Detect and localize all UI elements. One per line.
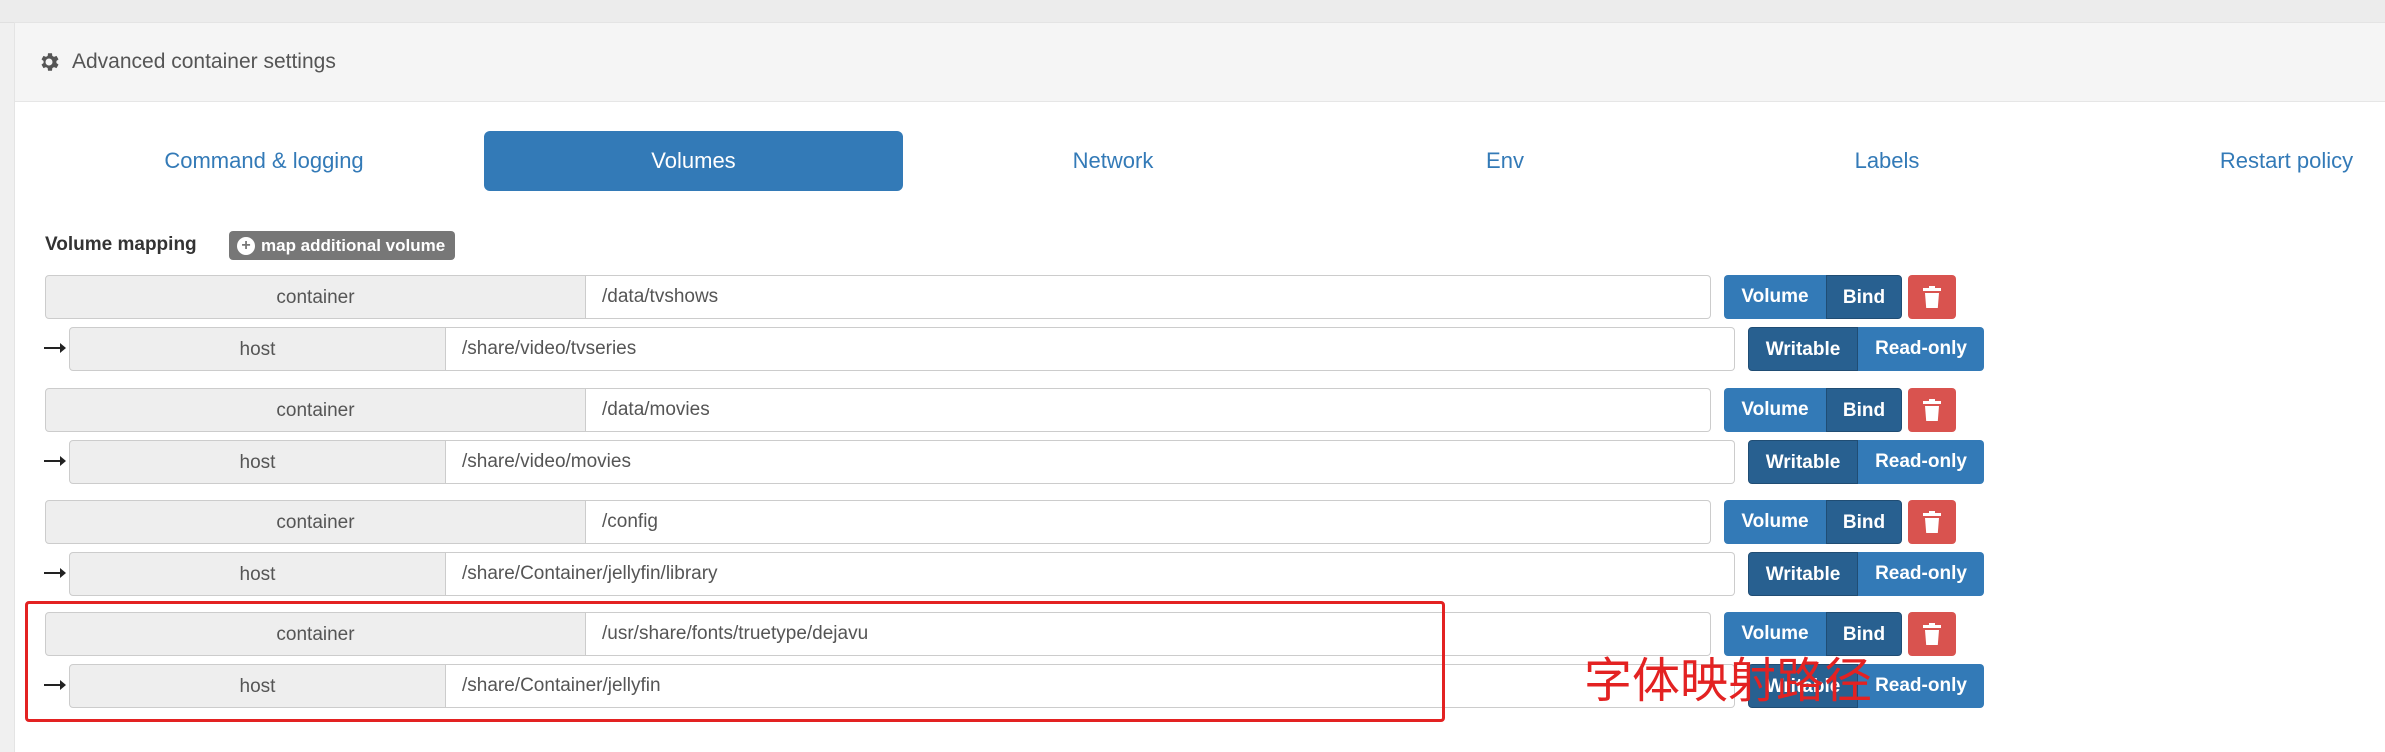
readonly-button[interactable]: Read-only [1858,552,1984,596]
container-path-input[interactable]: /data/tvshows [586,275,1711,319]
readonly-button[interactable]: Read-only [1858,440,1984,484]
container-label: container [45,275,586,319]
writable-button[interactable]: Writable [1748,327,1858,371]
tab-restart-policy[interactable]: Restart policy [2190,131,2383,191]
arrow-right-icon [44,343,66,353]
annotation-text: 字体映射路径 [1584,653,1873,709]
trash-icon [1923,623,1941,645]
host-label: host [69,440,446,484]
arrow-right-icon [44,568,66,578]
volume-type-button[interactable]: Volume [1724,275,1826,319]
readonly-button[interactable]: Read-only [1858,327,1984,371]
bind-type-button[interactable]: Bind [1826,275,1902,319]
bind-type-button[interactable]: Bind [1826,388,1902,432]
tab-network[interactable]: Network [1000,131,1226,191]
tab-env[interactable]: Env [1400,131,1610,191]
remove-volume-button[interactable] [1908,388,1956,432]
bind-type-button[interactable]: Bind [1826,500,1902,544]
host-path-input[interactable]: /share/video/movies [446,440,1735,484]
add-volume-label: map additional volume [261,236,446,255]
bind-type-button[interactable]: Bind [1826,612,1902,656]
gear-icon [41,53,59,71]
trash-icon [1923,511,1941,533]
container-label: container [45,500,586,544]
host-path-input[interactable]: /share/Container/jellyfin/library [446,552,1735,596]
container-label: container [45,388,586,432]
volume-type-button[interactable]: Volume [1724,388,1826,432]
readonly-button[interactable]: Read-only [1858,664,1984,708]
panel-title: Advanced container settings [72,50,336,73]
host-label: host [69,327,446,371]
remove-volume-button[interactable] [1908,612,1956,656]
container-path-input[interactable]: /data/movies [586,388,1711,432]
trash-icon [1923,399,1941,421]
add-volume-button[interactable]: + map additional volume [229,231,456,260]
highlight-box [25,601,1445,722]
tab-command-logging[interactable]: Command & logging [130,131,398,191]
host-label: host [69,552,446,596]
trash-icon [1923,286,1941,308]
container-path-input[interactable]: /config [586,500,1711,544]
remove-volume-button[interactable] [1908,500,1956,544]
tab-labels[interactable]: Labels [1780,131,1994,191]
arrow-right-icon [44,456,66,466]
remove-volume-button[interactable] [1908,275,1956,319]
writable-button[interactable]: Writable [1748,440,1858,484]
writable-button[interactable]: Writable [1748,552,1858,596]
tab-volumes[interactable]: Volumes [484,131,903,191]
panel-header: Advanced container settings [15,23,2385,102]
volume-mapping-label: Volume mapping [45,234,197,255]
volume-type-button[interactable]: Volume [1724,500,1826,544]
plus-circle-icon: + [237,236,255,255]
volume-type-button[interactable]: Volume [1724,612,1826,656]
host-path-input[interactable]: /share/video/tvseries [446,327,1735,371]
top-strip [0,0,2385,23]
